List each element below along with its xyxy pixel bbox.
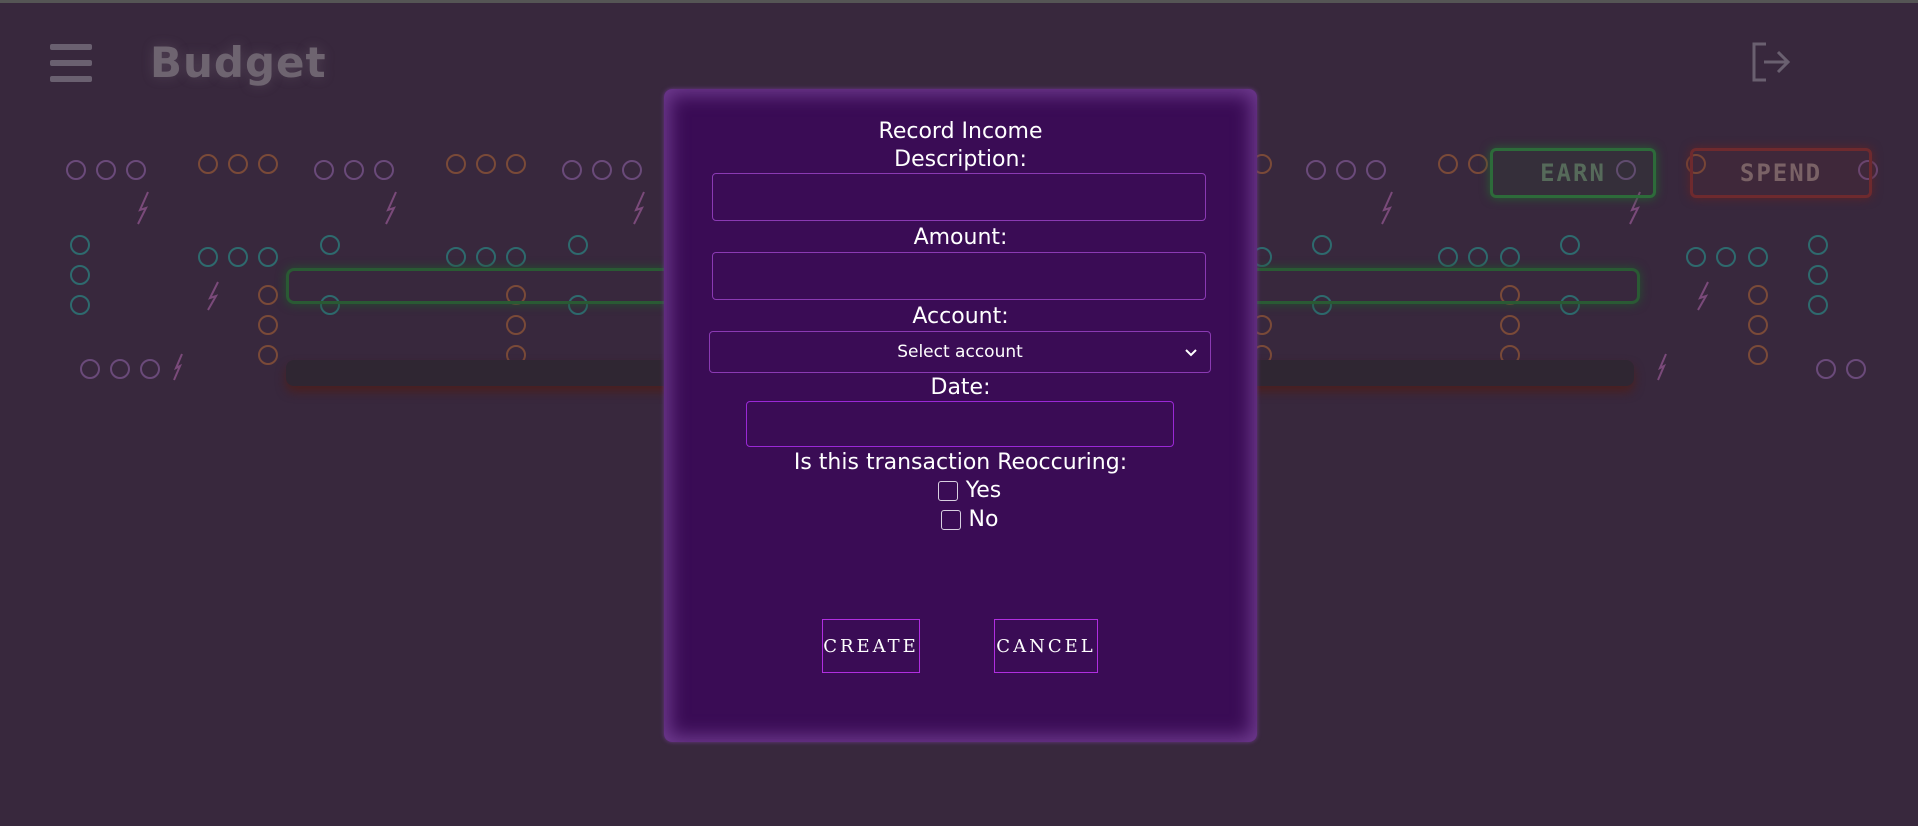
date-label: Date: <box>930 375 991 400</box>
spend-button-label: SPEND <box>1739 159 1823 187</box>
reoccurring-no-option[interactable]: No <box>664 507 1257 532</box>
description-input[interactable] <box>712 173 1206 221</box>
reoccurring-yes-option[interactable]: Yes <box>664 478 1257 503</box>
cancel-button[interactable]: CANCEL <box>994 619 1098 673</box>
modal-title: Record Income <box>878 119 1043 144</box>
date-input[interactable] <box>746 401 1174 447</box>
account-select-value: Select account <box>897 342 1023 362</box>
chevron-down-icon <box>1185 349 1197 357</box>
no-checkbox[interactable] <box>940 509 961 530</box>
no-label: No <box>968 507 999 532</box>
create-button[interactable]: CREATE <box>822 619 920 673</box>
account-select[interactable]: Select account <box>709 331 1211 373</box>
yes-checkbox[interactable] <box>937 480 958 501</box>
cancel-button-label: CANCEL <box>996 635 1096 657</box>
earn-button[interactable]: EARN <box>1490 148 1656 198</box>
earn-button-label: EARN <box>1540 159 1606 187</box>
yes-label: Yes <box>965 478 1002 503</box>
amount-input[interactable] <box>712 252 1206 300</box>
create-button-label: CREATE <box>823 635 919 657</box>
record-income-modal: Record Income Description: Amount: Accou… <box>664 89 1257 742</box>
description-label: Description: <box>894 147 1027 172</box>
amount-label: Amount: <box>913 225 1008 250</box>
spend-button[interactable]: SPEND <box>1690 148 1872 198</box>
reoccurring-label: Is this transaction Reoccuring: <box>793 450 1128 475</box>
account-label: Account: <box>912 304 1009 329</box>
